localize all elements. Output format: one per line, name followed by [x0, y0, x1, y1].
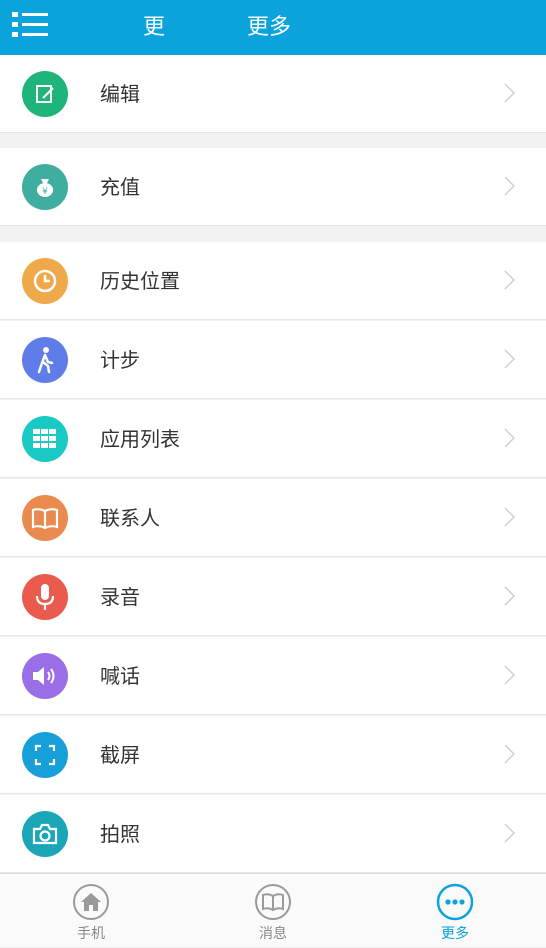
menu-item-edit[interactable]: 编辑	[0, 55, 546, 133]
menu-item-screenshot[interactable]: 截屏	[0, 716, 546, 794]
chevron-right-icon	[504, 823, 516, 843]
menu-item-label: 录音	[100, 585, 140, 609]
menu-item-recharge[interactable]: ¥ 充值	[0, 148, 546, 226]
chevron-right-icon	[504, 586, 516, 606]
tab-phone[interactable]: 手机	[0, 874, 182, 948]
menu-icon[interactable]	[12, 10, 48, 40]
page-title: 更多	[247, 15, 292, 40]
menu-item-shout[interactable]: 喊话	[0, 637, 546, 715]
menu-item-photo[interactable]: 拍照	[0, 795, 546, 873]
chevron-right-icon	[504, 507, 516, 527]
book-icon	[22, 495, 68, 541]
tab-label: 消息	[259, 926, 287, 942]
more-icon	[436, 883, 474, 921]
menu-item-label: 充值	[100, 175, 140, 199]
header-title-left: 更	[143, 15, 166, 40]
menu-item-label: 历史位置	[100, 269, 180, 293]
top-bar: 更 更多	[0, 0, 546, 55]
menu-item-label: 应用列表	[100, 427, 180, 451]
menu-item-record[interactable]: 录音	[0, 558, 546, 636]
chevron-right-icon	[504, 270, 516, 290]
menu-item-contacts[interactable]: 联系人	[0, 479, 546, 557]
speaker-icon	[22, 653, 68, 699]
home-icon	[73, 884, 109, 920]
edit-icon	[22, 71, 68, 117]
bottom-tab-bar: 手机 消息 更多	[0, 873, 546, 947]
menu-item-label: 联系人	[100, 506, 160, 530]
menu-item-label: 喊话	[100, 664, 140, 688]
menu-item-label: 编辑	[100, 82, 140, 106]
book-icon	[255, 884, 291, 920]
chevron-right-icon	[504, 665, 516, 685]
screenshot-icon	[22, 732, 68, 778]
microphone-icon	[22, 574, 68, 620]
svg-text:¥: ¥	[42, 187, 48, 197]
tab-label: 更多	[441, 926, 469, 942]
chevron-right-icon	[504, 349, 516, 369]
camera-icon	[22, 811, 68, 857]
menu-item-steps[interactable]: 计步	[0, 321, 546, 399]
tab-label: 手机	[77, 926, 105, 942]
grid-icon	[22, 416, 68, 462]
menu-item-label: 截屏	[100, 743, 140, 767]
walk-icon	[22, 337, 68, 383]
chevron-right-icon	[504, 176, 516, 196]
tab-messages[interactable]: 消息	[182, 874, 364, 948]
clock-icon	[22, 258, 68, 304]
tab-more[interactable]: 更多	[364, 874, 546, 948]
menu-item-label: 拍照	[100, 822, 140, 846]
menu-item-history-location[interactable]: 历史位置	[0, 242, 546, 320]
money-bag-icon: ¥	[22, 164, 68, 210]
chevron-right-icon	[504, 428, 516, 448]
chevron-right-icon	[504, 83, 516, 103]
menu-item-label: 计步	[100, 348, 140, 372]
chevron-right-icon	[504, 744, 516, 764]
menu-item-app-list[interactable]: 应用列表	[0, 400, 546, 478]
